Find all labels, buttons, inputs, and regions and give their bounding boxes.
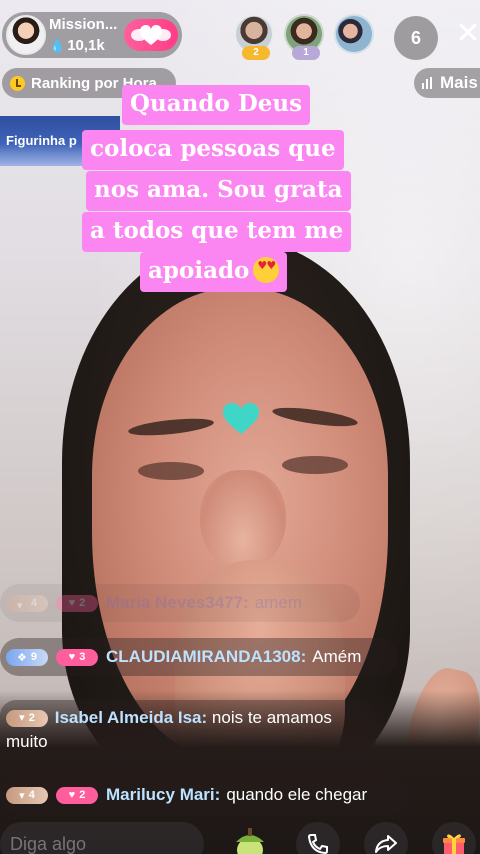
host-info[interactable]: Mission... 💧 10,1k xyxy=(2,12,182,58)
acorn-gift-button[interactable] xyxy=(228,822,272,854)
chevron-icon: ▾ xyxy=(19,789,25,802)
caption-line: nos ama. Sou grata xyxy=(86,171,351,211)
fan-level-badge: ♥ 3 xyxy=(56,648,98,666)
chat-text: quando ele chegar xyxy=(226,785,368,804)
top-viewer-avatar[interactable]: 1 xyxy=(284,14,324,60)
chat-text: Amém xyxy=(312,647,362,666)
chat-user[interactable]: Maria Neves3477: xyxy=(106,593,249,613)
heart-wings-icon xyxy=(131,25,171,45)
host-likes: 💧 10,1k xyxy=(49,37,105,54)
caption-line: a todos que tem me xyxy=(82,212,352,252)
chat-message: ▾ 4 ♥ 2 Marilucy Mari: quando ele chegar xyxy=(0,776,410,814)
caption-sticker[interactable]: Quando Deus coloca pessoas que nos ama. … xyxy=(82,85,382,295)
host-name: Mission... xyxy=(49,16,118,33)
chat-message: ❖ 9 ♥ 3 CLAUDIAMIRANDA1308: Amém xyxy=(0,638,398,676)
host-avatar[interactable] xyxy=(6,15,46,55)
user-level-badge: ❖ 9 xyxy=(6,648,48,666)
sticker-banner-label: Figurinha p xyxy=(6,133,77,148)
clock-icon xyxy=(10,75,25,91)
bar-chart-icon xyxy=(422,77,432,89)
caption-line: coloca pessoas que xyxy=(82,130,344,170)
viewer-rank-badge: 2 xyxy=(242,46,270,60)
user-level-badge: ▾ 4 xyxy=(6,786,48,804)
heart-eyes-emoji-icon xyxy=(253,257,280,283)
user-level-badge: ▾ 2 xyxy=(6,709,48,727)
top-viewer-avatar[interactable] xyxy=(334,14,374,54)
chat-message: ▾ 4 ♥ 2 Maria Neves3477: amem xyxy=(0,584,360,622)
more-button[interactable]: Mais xyxy=(414,68,480,98)
viewer-count[interactable]: 6 xyxy=(394,16,438,60)
heart-icon xyxy=(223,403,259,434)
user-level-badge: ▾ 4 xyxy=(6,594,48,612)
top-viewer-avatar[interactable]: 2 xyxy=(234,14,274,60)
phone-video-icon xyxy=(307,834,328,854)
viewer-rank-badge: 1 xyxy=(292,46,320,60)
chevron-icon: ▾ xyxy=(19,712,25,724)
flame-icon: 💧 xyxy=(49,38,66,53)
follow-button[interactable] xyxy=(124,19,178,51)
chat-message: ▾ 2 Isabel Almeida Isa: nois te amamos mu… xyxy=(0,700,376,762)
share-icon xyxy=(375,835,397,853)
chat-text: amem xyxy=(254,593,302,612)
caption-line: Quando Deus xyxy=(122,85,311,125)
gift-icon xyxy=(443,834,465,854)
comment-input[interactable] xyxy=(0,822,204,854)
chat-user[interactable]: Isabel Almeida Isa: xyxy=(55,708,207,727)
caption-line-last: apoiado xyxy=(140,252,288,292)
close-icon[interactable]: ✕ xyxy=(448,14,480,54)
fan-level-badge: ♥ 2 xyxy=(56,786,98,804)
wing-icon: ❖ xyxy=(17,651,27,664)
chat-user[interactable]: CLAUDIAMIRANDA1308: xyxy=(106,647,306,667)
fan-level-badge: ♥ 2 xyxy=(56,594,98,612)
chevron-icon: ▾ xyxy=(16,600,23,612)
acorn-icon xyxy=(236,828,264,854)
more-label: Mais xyxy=(440,73,478,92)
chat-user[interactable]: Marilucy Mari: xyxy=(106,785,220,805)
